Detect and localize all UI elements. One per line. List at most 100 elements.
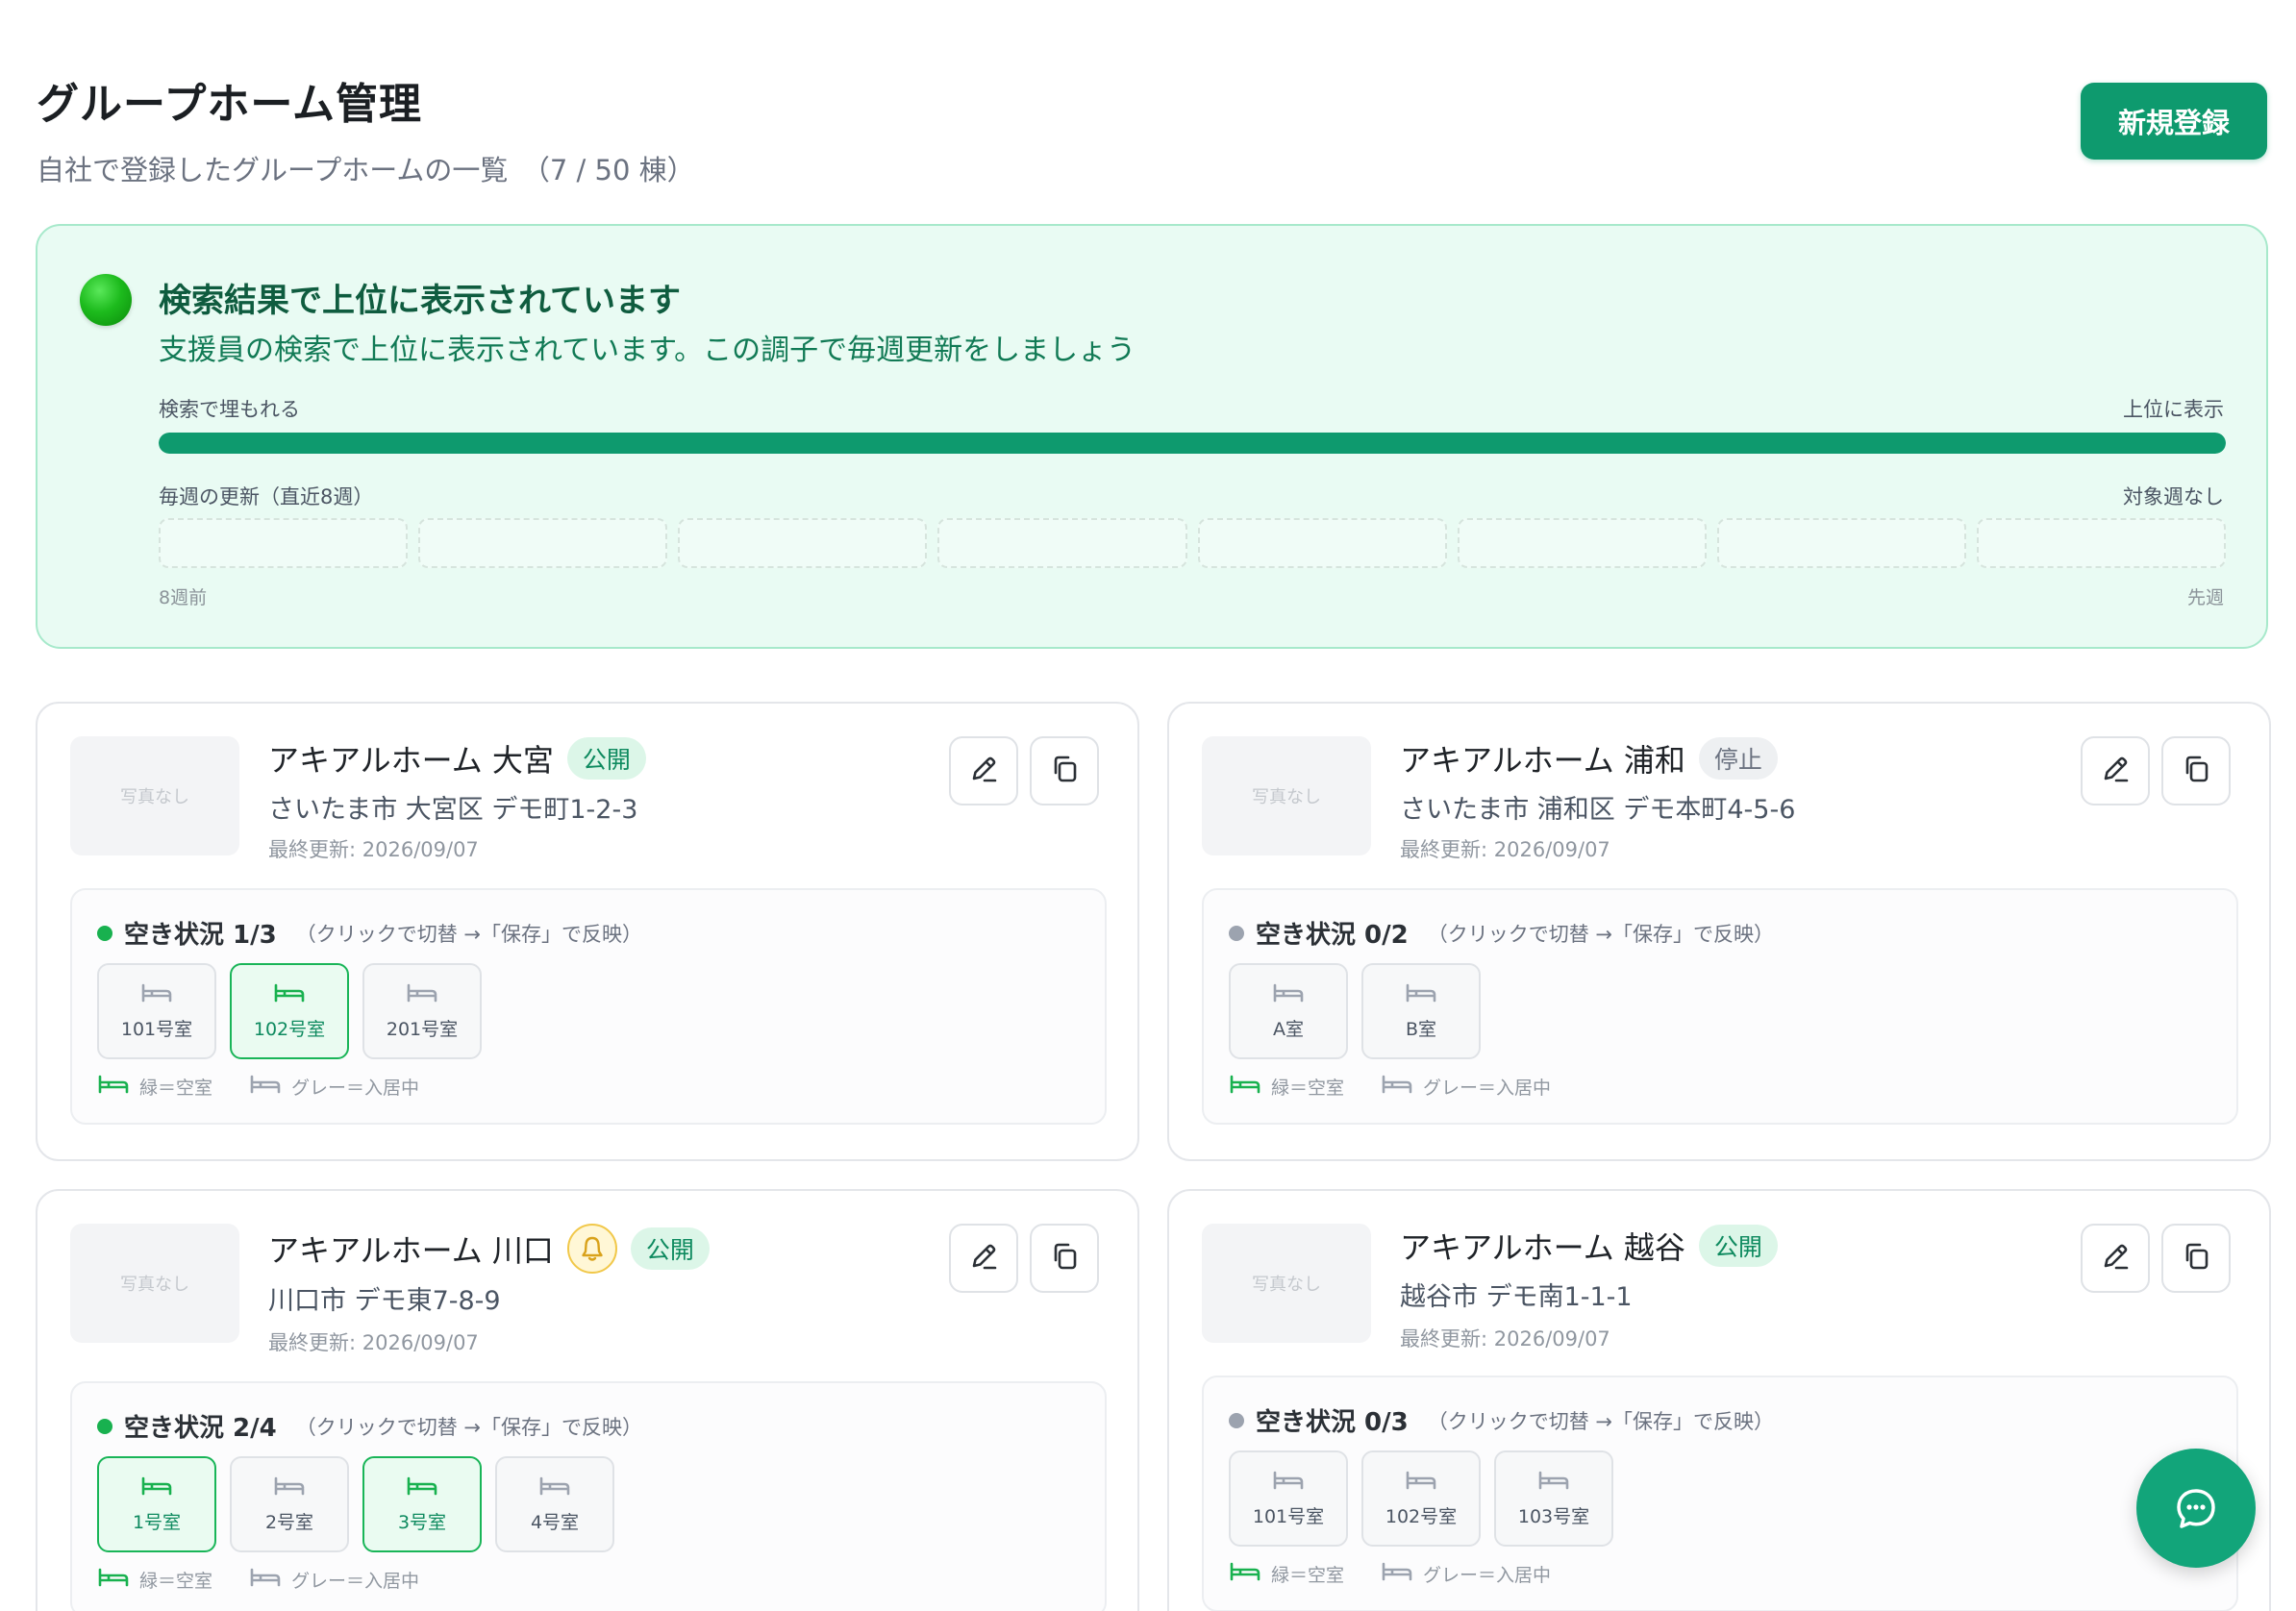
- weekly-update-label: 毎週の更新（直近8週）: [159, 485, 374, 508]
- legend-vacant: 緑＝空室: [1271, 1078, 1345, 1099]
- edit-button[interactable]: [949, 1224, 1018, 1293]
- home-name-row: アキアルホーム 浦和 停止: [1400, 736, 1778, 781]
- page-subtitle: 自社で登録したグループホームの一覧 （7 / 50 棟）: [37, 154, 695, 186]
- room-toggle[interactable]: 103号室: [1494, 1450, 1613, 1547]
- status-indicator-icon: [80, 274, 132, 326]
- room-toggle[interactable]: 201号室: [362, 963, 482, 1059]
- copy-button[interactable]: [2161, 1224, 2231, 1293]
- room-label: B室: [1405, 1018, 1437, 1040]
- copy-button[interactable]: [1030, 736, 1099, 806]
- status-badge: 公開: [1698, 1225, 1778, 1267]
- bed-icon: [1272, 1470, 1305, 1495]
- room-label: 201号室: [386, 1018, 459, 1040]
- room-toggle[interactable]: B室: [1361, 963, 1481, 1059]
- pencil-icon: [2098, 752, 2133, 790]
- copy-button[interactable]: [1030, 1224, 1099, 1293]
- home-name: アキアルホーム 浦和: [1400, 742, 1685, 779]
- week-cell: [1197, 518, 1447, 568]
- bed-icon: [249, 1567, 282, 1593]
- last-updated: 最終更新: 2026/09/07: [1400, 1327, 1610, 1351]
- bed-icon: [1537, 1470, 1570, 1495]
- room-label: 101号室: [1252, 1505, 1325, 1527]
- room-toggle[interactable]: 101号室: [97, 963, 216, 1059]
- edit-button[interactable]: [949, 736, 1018, 806]
- legend-occupied: グレー＝入居中: [291, 1571, 420, 1592]
- home-photo-placeholder: 写真なし: [70, 736, 239, 855]
- room-toggle[interactable]: 101号室: [1229, 1450, 1348, 1547]
- copy-icon: [2179, 1239, 2213, 1277]
- room-toggle[interactable]: 102号室: [1361, 1450, 1481, 1547]
- bed-icon: [97, 1074, 130, 1100]
- bed-icon: [140, 1475, 173, 1500]
- copy-button[interactable]: [2161, 736, 2231, 806]
- room-toggle[interactable]: 3号室: [362, 1456, 482, 1552]
- room-label: A室: [1273, 1018, 1304, 1040]
- edit-button[interactable]: [2081, 736, 2150, 806]
- status-badge: 公開: [630, 1227, 710, 1270]
- copy-icon: [1047, 1239, 1082, 1277]
- status-badge: 停止: [1698, 737, 1778, 780]
- room-label: 102号室: [1385, 1505, 1458, 1527]
- bed-icon: [273, 982, 306, 1007]
- home-name: アキアルホーム 川口: [268, 1232, 554, 1269]
- pencil-icon: [2098, 1239, 2133, 1277]
- week-cell: [678, 518, 928, 568]
- bed-icon: [273, 1475, 306, 1500]
- home-name: アキアルホーム 越谷: [1400, 1229, 1685, 1266]
- bed-icon: [140, 982, 173, 1007]
- status-badge: 公開: [566, 737, 646, 780]
- vacancy-header: 空き状況 0/3 （クリックで切替 →「保存」で反映）: [1229, 1402, 1774, 1438]
- room-label: 101号室: [120, 1018, 193, 1040]
- legend-vacant: 緑＝空室: [139, 1571, 213, 1592]
- room-list: 101号室 102号室 103号室: [1229, 1450, 1613, 1547]
- bed-icon: [1381, 1561, 1413, 1587]
- new-registration-button[interactable]: 新規登録: [2081, 83, 2267, 160]
- vacancy-panel: 空き状況 1/3 （クリックで切替 →「保存」で反映） 101号室 102号室 201号…: [70, 888, 1107, 1125]
- room-list: A室 B室: [1229, 963, 1481, 1059]
- vacancy-count: 空き状況 2/4: [124, 1414, 277, 1443]
- week-cell: [1457, 518, 1707, 568]
- scale-label-high: 上位に表示: [2123, 398, 2224, 421]
- copy-icon: [2179, 752, 2213, 790]
- home-card: 写真なし アキアルホーム 浦和 停止 さいたま市 浦和区 デモ本町4-5-6 最終更新:…: [1167, 702, 2271, 1161]
- weekly-update-status: 対象週なし: [2123, 485, 2224, 508]
- legend-vacant: 緑＝空室: [1271, 1565, 1345, 1586]
- home-card: 写真なし アキアルホーム 大宮 公開 さいたま市 大宮区 デモ町1-2-3 最終更新: …: [36, 702, 1139, 1161]
- home-card: 写真なし アキアルホーム 川口 公開 川口市 デモ東7-8-9 最終更新: 2026/0…: [36, 1189, 1139, 1611]
- room-toggle[interactable]: 4号室: [495, 1456, 614, 1552]
- bed-icon: [1272, 982, 1305, 1007]
- week-cell: [1976, 518, 2226, 568]
- search-ranking-panel: 検索結果で上位に表示されています 支援員の検索で上位に表示されています。この調子…: [36, 224, 2268, 649]
- home-name-row: アキアルホーム 越谷 公開: [1400, 1224, 1778, 1268]
- bell-icon[interactable]: [566, 1224, 617, 1274]
- room-toggle[interactable]: 102号室: [230, 963, 349, 1059]
- vacancy-status-dot: [97, 925, 112, 941]
- ranking-status-description: 支援員の検索で上位に表示されています。この調子で毎週更新をしましょう: [159, 334, 1136, 367]
- last-updated: 最終更新: 2026/09/07: [1400, 838, 1610, 861]
- vacancy-legend: 緑＝空室 グレー＝入居中: [1229, 1561, 1551, 1587]
- last-updated: 最終更新: 2026/09/07: [268, 838, 479, 861]
- room-toggle[interactable]: 2号室: [230, 1456, 349, 1552]
- chat-button[interactable]: [2136, 1449, 2256, 1568]
- vacancy-status-dot: [1229, 925, 1244, 941]
- last-updated: 最終更新: 2026/09/07: [268, 1331, 479, 1354]
- edit-button[interactable]: [2081, 1224, 2150, 1293]
- vacancy-hint: （クリックで切替 →「保存」で反映）: [1427, 1409, 1775, 1433]
- bed-icon: [1405, 1470, 1437, 1495]
- vacancy-hint: （クリックで切替 →「保存」で反映）: [1427, 922, 1775, 946]
- ranking-score-fill: [159, 433, 2226, 454]
- chat-icon: [2177, 1489, 2215, 1528]
- vacancy-count: 空き状況 0/3: [1256, 1408, 1409, 1437]
- page-header: グループホーム管理 自社で登録したグループホームの一覧 （7 / 50 棟） 新…: [37, 69, 2267, 186]
- bed-icon: [406, 1475, 438, 1500]
- vacancy-header: 空き状況 0/2 （クリックで切替 →「保存」で反映）: [1229, 915, 1774, 951]
- home-address: 川口市 デモ東7-8-9: [268, 1286, 501, 1316]
- page-title: グループホーム管理: [37, 80, 423, 129]
- room-toggle[interactable]: 1号室: [97, 1456, 216, 1552]
- pencil-icon: [966, 752, 1001, 790]
- legend-vacant: 緑＝空室: [139, 1078, 213, 1099]
- room-toggle[interactable]: A室: [1229, 963, 1348, 1059]
- vacancy-header: 空き状況 1/3 （クリックで切替 →「保存」で反映）: [97, 915, 642, 951]
- bed-icon: [406, 982, 438, 1007]
- vacancy-status-dot: [97, 1418, 112, 1434]
